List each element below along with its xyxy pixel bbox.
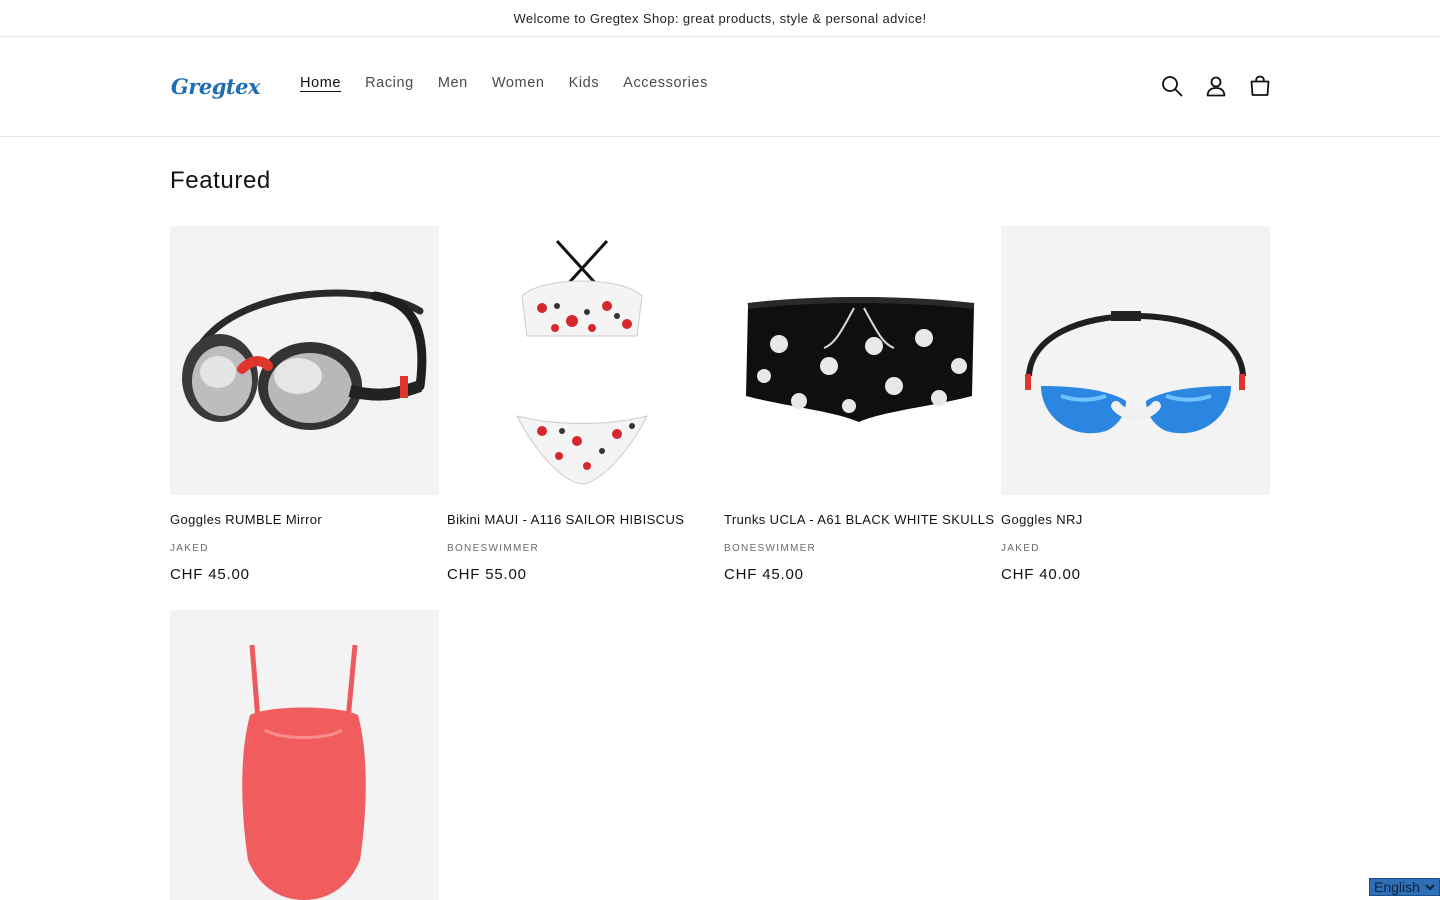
product-vendor: BONESWIMMER bbox=[724, 543, 817, 554]
nav-item-kids[interactable]: Kids bbox=[569, 75, 600, 91]
product-image[interactable] bbox=[724, 226, 993, 495]
announcement-bar: Welcome to Gregtex Shop: great products,… bbox=[0, 0, 1440, 37]
product-vendor: BONESWIMMER bbox=[447, 543, 540, 554]
goggles-mirror-image bbox=[182, 289, 427, 430]
nav-item-racing[interactable]: Racing bbox=[365, 75, 414, 91]
product-price: CHF 45.00 bbox=[724, 566, 804, 583]
product-card[interactable]: Trunks UCLA - A61 BLACK WHITE SKULLS BON… bbox=[724, 226, 994, 583]
trunks-image bbox=[746, 297, 975, 422]
language-select[interactable]: English bbox=[1369, 878, 1440, 896]
featured-title: Featured bbox=[170, 167, 271, 194]
site-header: Gregtex Home Racing Men Women Kids Acces… bbox=[0, 37, 1440, 137]
product-card[interactable]: Goggles NRJ JAKED CHF 40.00 bbox=[1001, 226, 1270, 583]
nav-item-men[interactable]: Men bbox=[438, 75, 468, 91]
account-icon[interactable] bbox=[1204, 74, 1228, 98]
chevron-down-icon bbox=[1425, 884, 1435, 891]
cart-icon[interactable] bbox=[1248, 74, 1272, 98]
product-title[interactable]: Goggles RUMBLE Mirror bbox=[170, 512, 439, 527]
product-vendor: JAKED bbox=[170, 543, 209, 554]
product-price: CHF 40.00 bbox=[1001, 566, 1081, 583]
header-actions bbox=[1160, 74, 1272, 98]
product-card[interactable]: Goggles RUMBLE Mirror JAKED CHF 45.00 bbox=[170, 226, 439, 583]
product-vendor: JAKED bbox=[1001, 543, 1040, 554]
goggles-nrj-image bbox=[1025, 311, 1246, 434]
product-image[interactable] bbox=[170, 226, 439, 495]
language-label: English bbox=[1374, 879, 1420, 895]
logo-text: Gregtex bbox=[170, 73, 261, 99]
product-image[interactable] bbox=[170, 610, 439, 900]
bikini-image bbox=[516, 239, 648, 485]
product-grid: Goggles RUMBLE Mirror JAKED CHF 45.00 Bi… bbox=[170, 226, 1270, 900]
swimsuit-image bbox=[242, 644, 366, 900]
announcement-text: Welcome to Gregtex Shop: great products,… bbox=[513, 10, 927, 26]
nav-item-women[interactable]: Women bbox=[492, 75, 545, 91]
site-logo[interactable]: Gregtex bbox=[170, 65, 261, 107]
nav-item-accessories[interactable]: Accessories bbox=[623, 75, 708, 91]
product-card[interactable]: Bikini MAUI - A116 SAILOR HIBISCUS BONES… bbox=[447, 226, 716, 583]
main-content: Featured Goggles RUMBLE Mirror JAKED CHF… bbox=[0, 167, 1440, 900]
product-image[interactable] bbox=[1001, 226, 1270, 495]
product-price: CHF 55.00 bbox=[447, 566, 527, 583]
product-title[interactable]: Trunks UCLA - A61 BLACK WHITE SKULLS bbox=[724, 512, 994, 527]
search-icon[interactable] bbox=[1160, 74, 1184, 98]
product-price: CHF 45.00 bbox=[170, 566, 250, 583]
main-nav: Home Racing Men Women Kids Accessories bbox=[300, 75, 732, 91]
product-title[interactable]: Goggles NRJ bbox=[1001, 512, 1270, 527]
nav-item-home[interactable]: Home bbox=[300, 75, 341, 91]
product-image[interactable] bbox=[447, 226, 716, 495]
product-card[interactable] bbox=[170, 610, 439, 900]
product-title[interactable]: Bikini MAUI - A116 SAILOR HIBISCUS bbox=[447, 512, 716, 527]
